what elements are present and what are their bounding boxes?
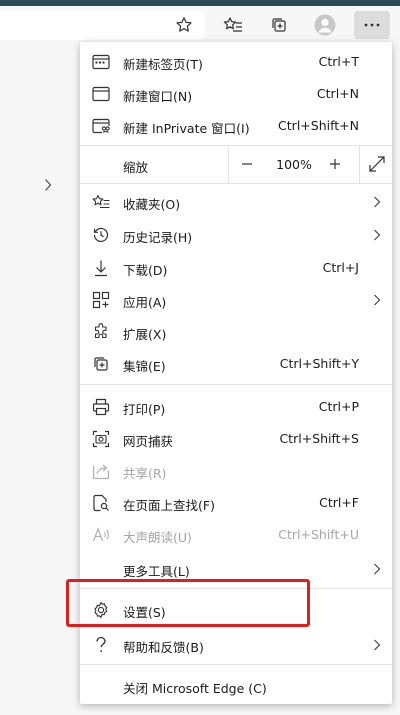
menu-item-label: 新建标签页(T) [123, 57, 203, 72]
menu-item-read-aloud: 大声朗读(U) Ctrl+Shift+U [80, 519, 392, 551]
zoom-out-button[interactable] [237, 154, 257, 174]
menu-item-extensions[interactable]: 扩展(X) [80, 316, 392, 348]
find-on-page-icon [92, 494, 110, 512]
window-icon [92, 85, 110, 103]
collections-icon [92, 355, 110, 373]
menu-item-find-on-page[interactable]: 在页面上查找(F) Ctrl+F [80, 487, 392, 519]
share-icon [92, 462, 110, 480]
history-icon [92, 226, 110, 244]
menu-item-label: 收藏夹(O) [123, 197, 181, 212]
inprivate-window-icon [92, 117, 110, 135]
puzzle-icon [92, 323, 110, 341]
fullscreen-icon[interactable] [368, 155, 386, 173]
menu-item-label: 更多工具(L) [123, 564, 190, 579]
menu-item-label: 帮助和反馈(B) [123, 640, 204, 655]
shortcut-text: Ctrl+P [318, 399, 359, 414]
chevron-right-icon [370, 194, 384, 210]
menu-item-label: 网页捕获 [123, 434, 174, 449]
shortcut-text: Ctrl+Shift+S [279, 431, 359, 446]
menu-item-label: 下载(D) [123, 263, 168, 278]
menu-item-new-tab[interactable]: 新建标签页(T) Ctrl+T [80, 46, 392, 78]
apps-icon [92, 291, 110, 309]
menu-item-share: 共享(R) [80, 455, 392, 487]
web-capture-icon [92, 430, 110, 448]
menu-item-history[interactable]: 历史记录(H) [80, 219, 392, 251]
menu-item-label: 在页面上查找(F) [123, 498, 215, 513]
chevron-right-icon [370, 637, 384, 653]
menu-item-label: 新建 InPrivate 窗口(I) [123, 121, 250, 136]
chevron-right-icon [370, 292, 384, 308]
shortcut-text: Ctrl+Shift+Y [279, 356, 359, 371]
chevron-right-icon [370, 227, 384, 243]
browser-toolbar [0, 6, 400, 42]
shortcut-text: Ctrl+T [318, 54, 359, 69]
menu-item-close-edge[interactable]: 关闭 Microsoft Edge (C) [80, 670, 392, 702]
collections-icon[interactable] [263, 11, 295, 39]
shortcut-text: Ctrl+N [316, 86, 359, 101]
menu-item-label: 新建窗口(N) [123, 89, 193, 104]
favorites-list-icon[interactable] [217, 11, 249, 39]
menu-item-favorites[interactable]: 收藏夹(O) [80, 186, 392, 218]
menu-item-web-capture[interactable]: 网页捕获 Ctrl+Shift+S [80, 423, 392, 455]
favorites-list-icon [92, 193, 110, 211]
printer-icon [92, 398, 110, 416]
favorite-star-icon[interactable] [168, 11, 200, 39]
shortcut-text: Ctrl+Shift+U [278, 527, 359, 542]
menu-item-new-window[interactable]: 新建窗口(N) Ctrl+N [80, 78, 392, 110]
read-aloud-icon [92, 526, 110, 544]
zoom-level-value: 100% [276, 157, 312, 172]
menu-item-label: 历史记录(H) [123, 230, 193, 245]
new-tab-icon [92, 53, 110, 71]
settings-highlight-box [66, 579, 310, 627]
zoom-in-button[interactable] [325, 154, 345, 174]
menu-item-print[interactable]: 打印(P) Ctrl+P [80, 391, 392, 423]
menu-item-zoom: 缩放 100% [80, 145, 392, 183]
menu-item-help-feedback[interactable]: 帮助和反馈(B) [80, 629, 392, 661]
question-mark-icon [92, 636, 110, 654]
zoom-label: 缩放 [123, 160, 149, 175]
menu-divider [80, 384, 392, 385]
menu-item-label: 大声朗读(U) [123, 530, 192, 545]
menu-item-apps[interactable]: 应用(A) [80, 284, 392, 316]
more-menu-icon[interactable] [354, 11, 390, 39]
menu-item-label: 集锦(E) [123, 359, 166, 374]
menu-item-label: 打印(P) [123, 402, 166, 417]
menu-item-label: 共享(R) [123, 466, 167, 481]
profile-avatar-icon[interactable] [309, 11, 341, 39]
chevron-right-icon [370, 561, 384, 577]
shortcut-text: Ctrl+J [322, 260, 359, 275]
menu-divider [80, 183, 392, 184]
menu-divider [80, 664, 392, 665]
menu-item-label: 扩展(X) [123, 327, 167, 342]
shortcut-text: Ctrl+Shift+N [278, 118, 359, 133]
menu-item-downloads[interactable]: 下载(D) Ctrl+J [80, 252, 392, 284]
zoom-controls: 100% [228, 145, 360, 183]
download-icon [92, 259, 110, 277]
menu-item-label: 关闭 Microsoft Edge (C) [123, 681, 267, 696]
menu-item-collections[interactable]: 集锦(E) Ctrl+Shift+Y [80, 348, 392, 380]
menu-item-new-inprivate-window[interactable]: 新建 InPrivate 窗口(I) Ctrl+Shift+N [80, 110, 392, 142]
menu-item-label: 应用(A) [123, 295, 167, 310]
shortcut-text: Ctrl+F [319, 495, 359, 510]
chevron-right-icon[interactable] [40, 177, 56, 193]
